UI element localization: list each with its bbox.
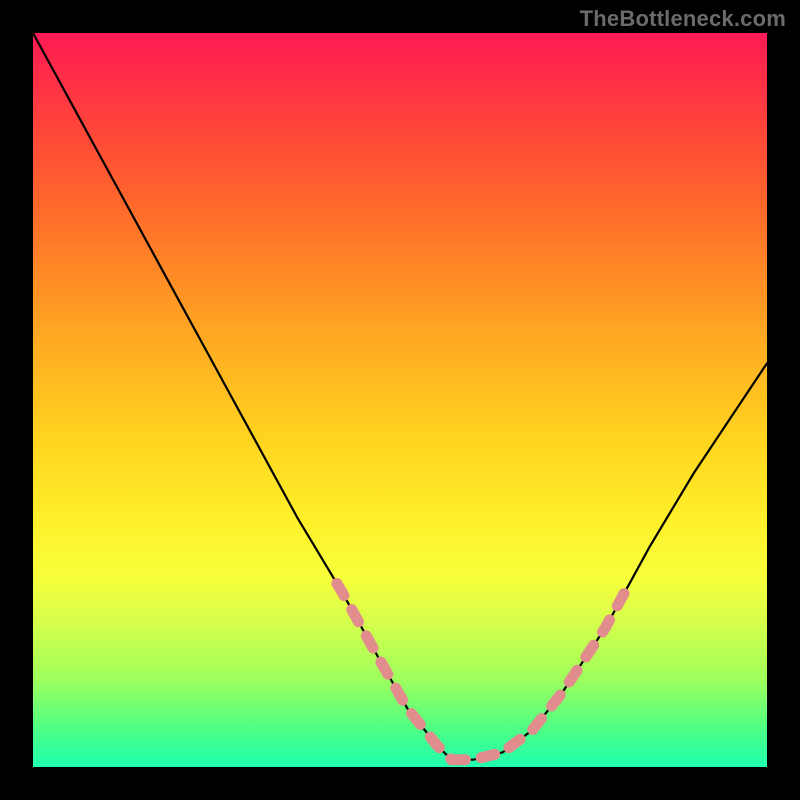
curve-right [451,363,767,759]
highlight-left [337,584,452,760]
curve-left [33,33,451,760]
highlight-right [451,584,629,760]
curve-layer [33,33,767,767]
watermark-text: TheBottleneck.com [580,6,786,32]
plot-area [33,33,767,767]
chart-frame: TheBottleneck.com [0,0,800,800]
